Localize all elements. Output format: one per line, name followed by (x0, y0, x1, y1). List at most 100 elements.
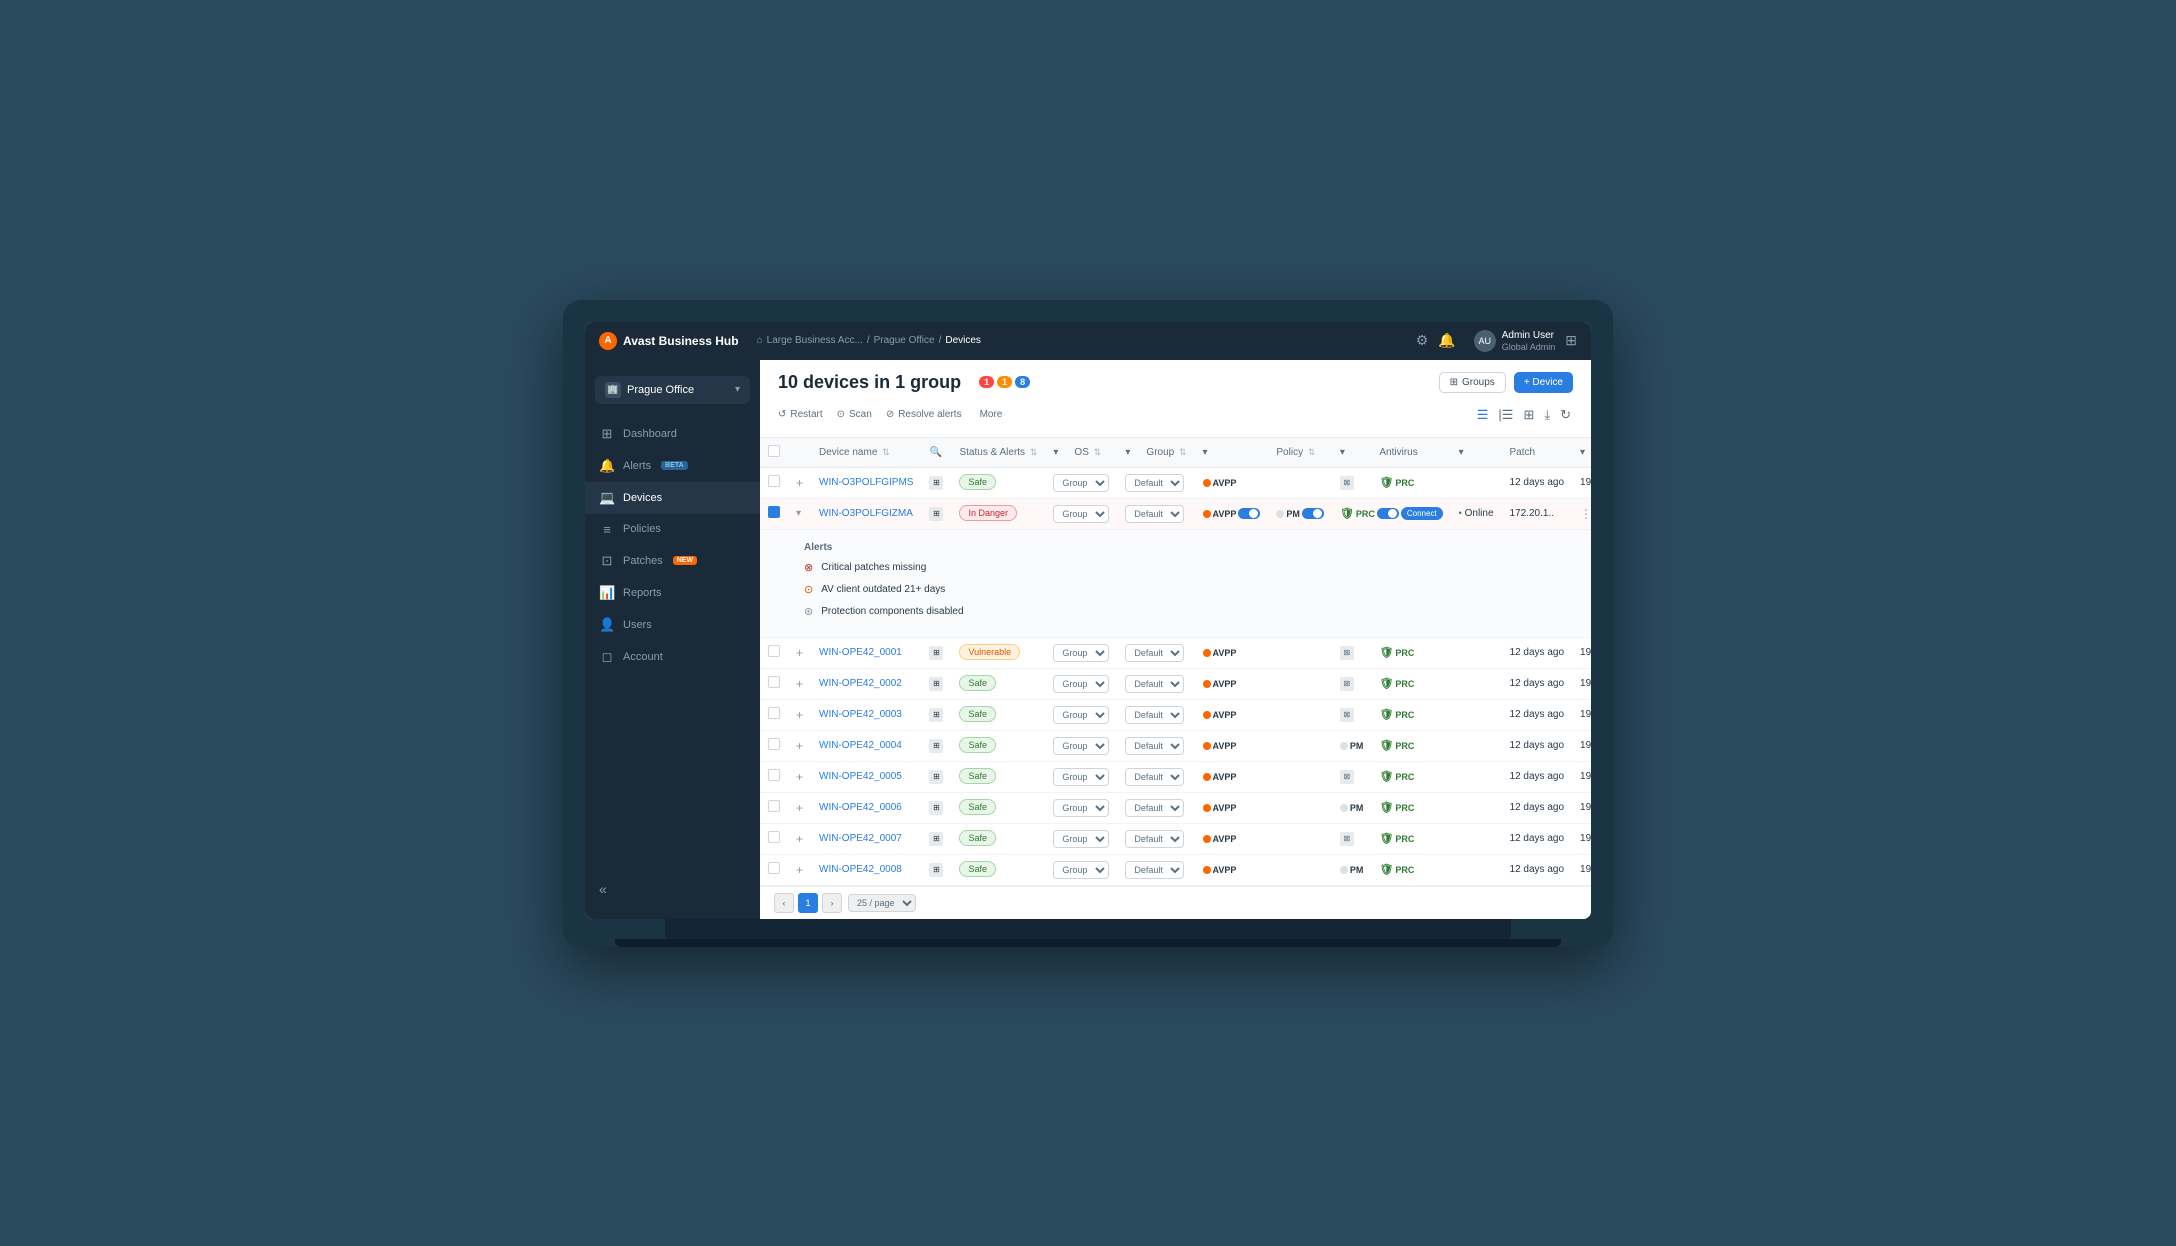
sidebar-item-devices[interactable]: 💻 Devices (585, 482, 760, 514)
user-details: Admin User Global Admin (1502, 330, 1556, 352)
page-title: 10 devices in 1 group (778, 372, 961, 393)
col-patch-filter[interactable]: ▾ (1572, 438, 1591, 468)
sidebar-item-account[interactable]: ◻ Account (585, 641, 760, 673)
add-device-button[interactable]: + Device (1514, 372, 1573, 393)
page-1-button[interactable]: 1 (798, 893, 818, 913)
col-search[interactable]: 🔍 (921, 438, 951, 468)
cell-row-actions[interactable]: ⋮ (1572, 498, 1591, 529)
cell-name[interactable]: WIN-O3POLFGIZMA (811, 498, 921, 529)
grid-icon[interactable]: ⊞ (1565, 332, 1577, 349)
sidebar-item-users[interactable]: 👤 Users (585, 609, 760, 641)
breadcrumb-item-1[interactable]: Large Business Acc... (767, 335, 863, 346)
view-list-button[interactable]: ☰ (1475, 405, 1491, 425)
groups-icon: ⊞ (1450, 377, 1458, 388)
cell-expand[interactable]: ▾ (788, 498, 811, 529)
connect-button[interactable]: Connect (1401, 507, 1443, 520)
user-name: Admin User (1502, 330, 1556, 342)
scan-button[interactable]: ⊙ Scan (837, 409, 872, 420)
devices-table-area: Device name ⇅ 🔍 Status & Alerts ⇅ ▾ OS ⇅… (760, 438, 1591, 886)
sidebar-item-reports[interactable]: 📊 Reports (585, 577, 760, 609)
cell-checkbox[interactable] (760, 498, 788, 529)
alerts-expanded-row: Alerts ⊗ Critical patches missing 6 Min … (760, 529, 1591, 637)
alerts-header: Alerts (804, 542, 1591, 553)
breadcrumb-item-2[interactable]: Prague Office (874, 335, 935, 346)
cell-status: Safe (951, 467, 1045, 498)
sidebar-item-policies[interactable]: ≡ Policies (585, 514, 760, 545)
col-policy[interactable]: Policy ⇅ (1268, 438, 1332, 468)
alert-row-1: ⊗ Critical patches missing 6 Min View pa… (804, 559, 1591, 577)
av-label: AVPP (1213, 509, 1237, 519)
col-antivirus[interactable]: Antivirus (1371, 438, 1450, 468)
cell-group[interactable]: Group (1045, 467, 1117, 498)
toolbar-row: ↺ Restart ⊙ Scan ⊘ Resolve alerts (778, 401, 1573, 429)
nav-label-devices: Devices (623, 492, 662, 504)
restart-button[interactable]: ↺ Restart (778, 409, 823, 420)
cell-checkbox[interactable] (760, 467, 788, 498)
cell-name[interactable]: WIN-O3POLFGIPMS (811, 467, 921, 498)
select-all-checkbox[interactable] (768, 445, 780, 457)
more-button[interactable]: More (980, 409, 1003, 420)
scan-icon: ⊙ (837, 409, 845, 420)
table-header-row: Device name ⇅ 🔍 Status & Alerts ⇅ ▾ OS ⇅… (760, 438, 1591, 468)
restart-label: Restart (790, 409, 822, 420)
av-toggle[interactable] (1238, 508, 1260, 519)
page-size-selector[interactable]: 25 / page (848, 894, 916, 912)
add-device-label: + Device (1524, 377, 1563, 388)
view-grid-button[interactable]: ⊞ (1521, 405, 1536, 425)
sidebar-item-dashboard[interactable]: ⊞ Dashboard (585, 418, 760, 450)
sidebar-item-alerts[interactable]: 🔔 Alerts BETA (585, 450, 760, 482)
title-badges: 1 1 8 (979, 376, 1030, 388)
col-group-filter[interactable]: ▾ (1195, 438, 1269, 468)
prev-page-button[interactable]: ‹ (774, 893, 794, 913)
col-antivirus-filter[interactable]: ▾ (1451, 438, 1502, 468)
devices-icon: 💻 (599, 490, 615, 506)
col-os[interactable]: OS ⇅ (1066, 438, 1117, 468)
table-row-danger: ▾ WIN-O3POLFGIZMA ⊞ In Danger Group Defa… (760, 498, 1591, 529)
collapse-sidebar-button[interactable]: « (599, 881, 607, 897)
col-patch[interactable]: Patch (1502, 438, 1573, 468)
cell-remote: 🛡 PRC (1371, 467, 1501, 498)
cell-group[interactable]: Group (1045, 498, 1117, 529)
user-avatar: AU (1474, 330, 1496, 352)
cell-policy[interactable]: Default (1117, 498, 1194, 529)
cell-os-icon: ⊞ (921, 467, 951, 498)
notifications-icon[interactable]: 🔔 (1438, 332, 1455, 349)
breadcrumb: ⌂ Large Business Acc... / Prague Office … (757, 335, 1416, 346)
download-button[interactable]: ⤓ (1542, 405, 1552, 425)
av-label: AVPP (1213, 478, 1237, 488)
view-columns-button[interactable]: |☰ (1496, 405, 1515, 425)
refresh-button[interactable]: ↻ (1558, 405, 1573, 425)
cell-policy[interactable]: Default (1117, 467, 1194, 498)
cell-expand[interactable]: + (788, 467, 811, 498)
alerts-cell: Alerts ⊗ Critical patches missing 6 Min … (760, 529, 1591, 637)
cell-antivirus: AVPP (1195, 467, 1332, 498)
col-os-filter[interactable]: ▾ (1117, 438, 1138, 468)
pm-toggle[interactable] (1302, 508, 1324, 519)
nav-icons: ⚙ 🔔 AU Admin User Global Admin ⊞ (1416, 330, 1577, 352)
prc-toggle[interactable] (1377, 508, 1399, 519)
title-row: 10 devices in 1 group 1 1 8 ⊞ Groups (778, 372, 1573, 393)
laptop-base (615, 939, 1561, 947)
col-group[interactable]: Group ⇅ (1138, 438, 1194, 468)
table-body: + WIN-O3POLFGIPMS ⊞ Safe Group Default A… (760, 467, 1591, 885)
col-policy-filter[interactable]: ▾ (1332, 438, 1372, 468)
office-selector[interactable]: 🏢 Prague Office ▾ (595, 376, 750, 404)
settings-icon[interactable]: ⚙ (1416, 332, 1429, 349)
warning-alert-icon: ⊙ (804, 583, 813, 596)
avast-logo-icon: A (599, 332, 617, 350)
col-status[interactable]: Status & Alerts ⇅ (951, 438, 1045, 468)
groups-button[interactable]: ⊞ Groups (1439, 372, 1506, 393)
col-device-name[interactable]: Device name ⇅ (811, 438, 921, 468)
nav-label-policies: Policies (623, 523, 661, 535)
col-status-filter[interactable]: ▾ (1045, 438, 1066, 468)
toolbar-actions: ↺ Restart ⊙ Scan ⊘ Resolve alerts (778, 409, 1002, 420)
cell-lastseen: • Online (1451, 498, 1502, 529)
content-area: 10 devices in 1 group 1 1 8 ⊞ Groups (760, 360, 1591, 919)
next-page-button[interactable]: › (822, 893, 842, 913)
cell-patch: PM (1268, 498, 1332, 529)
resolve-alerts-button[interactable]: ⊘ Resolve alerts (886, 409, 962, 420)
sidebar-item-patches[interactable]: ⊡ Patches NEW (585, 545, 760, 577)
online-indicator: • (1459, 508, 1462, 518)
breadcrumb-sep-1: / (867, 335, 870, 346)
badge-info: 8 (1015, 376, 1030, 388)
